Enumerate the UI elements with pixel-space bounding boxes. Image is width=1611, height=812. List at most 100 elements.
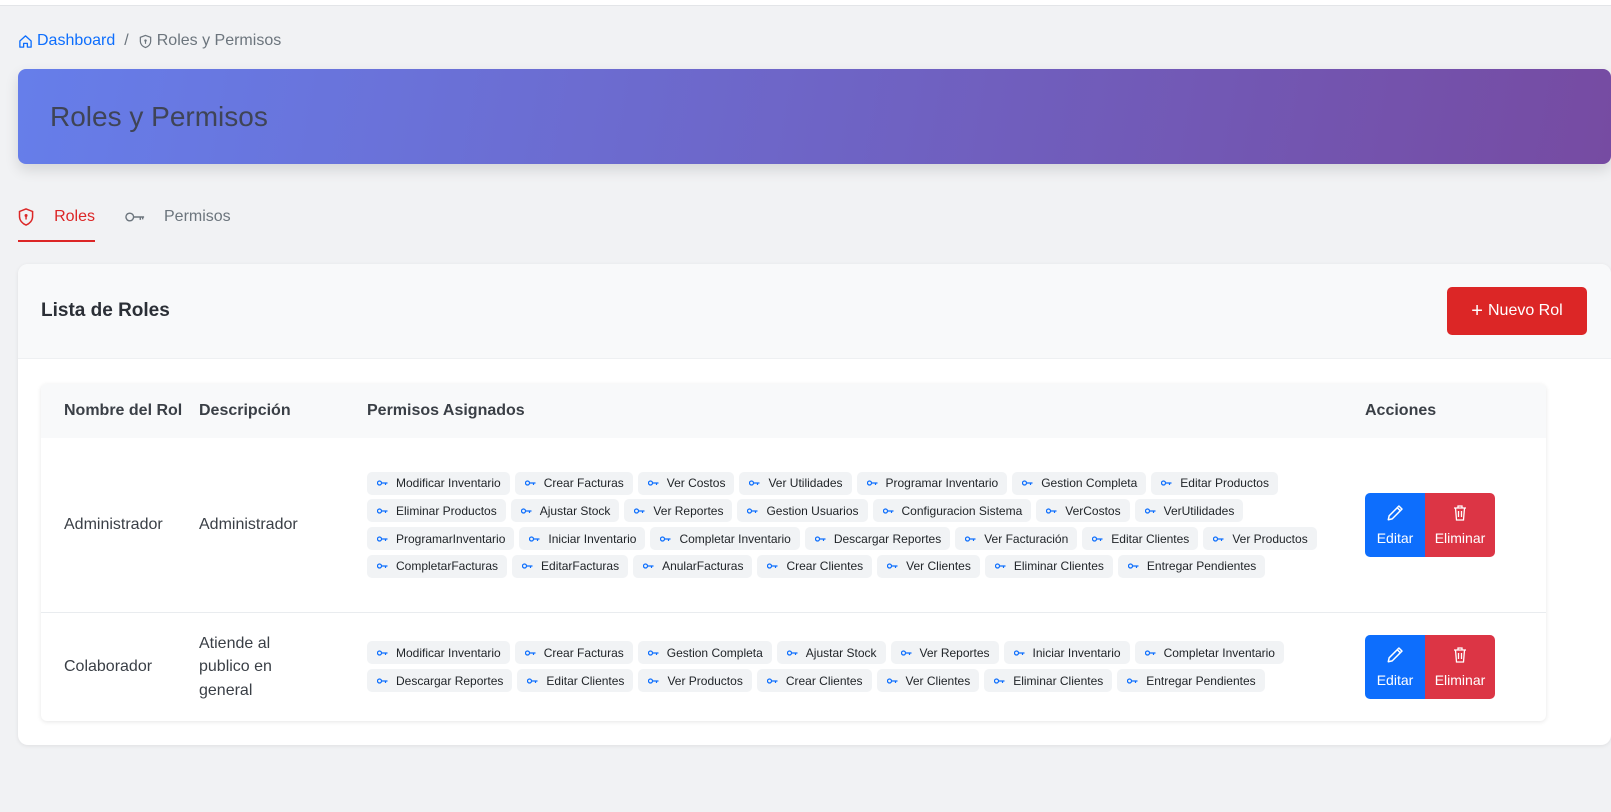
edit-button[interactable]: Editar [1365,634,1425,699]
trash-icon [1454,647,1466,663]
key-icon [1022,480,1033,486]
permission-label: Descargar Reportes [396,673,504,688]
key-icon [866,480,877,486]
key-icon [524,650,536,656]
key-icon [814,535,826,542]
permission-label: Ajustar Stock [805,645,877,660]
permission-badge: Descargar Reportes [804,527,951,551]
card-title: Lista de Roles [41,300,170,321]
pencil-icon [1387,505,1403,521]
key-icon [377,535,388,542]
permission-badge: Ver Clientes [876,669,980,693]
header-actions: Acciones [1365,402,1437,419]
permission-label: Ver Reportes [653,503,724,518]
key-icon [1144,508,1156,514]
key-icon [522,563,533,569]
permission-label: Ver Productos [1232,531,1308,546]
permission-label: CompletarFacturas [396,559,499,574]
permission-badge: AnularFacturas [633,554,753,578]
tab-bar: Roles Permisos [18,194,231,242]
key-icon [965,535,976,542]
tab-permisos-label: Permisos [164,208,231,225]
key-icon [377,480,388,486]
permission-label: Eliminar Productos [396,503,497,518]
permission-label: Eliminar Clientes [1013,673,1104,688]
key-icon [882,508,894,514]
key-icon [1213,535,1224,542]
permission-label: Crear Clientes [785,673,863,688]
permission-badge: Crear Facturas [514,471,633,495]
permission-badge: Ver Reportes [890,641,999,665]
key-icon [125,212,145,222]
key-icon [643,563,654,569]
key-icon [648,677,659,684]
trash-icon [1454,505,1466,521]
permission-label: Gestion Usuarios [766,503,859,518]
permission-label: Entregar Pendientes [1146,559,1257,574]
permission-label: ProgramarInventario [396,531,506,546]
permission-badge: Eliminar Clientes [984,669,1113,693]
home-icon [19,34,32,48]
permission-label: Completar Inventario [679,531,791,546]
new-role-button[interactable]: + Nuevo Rol [1447,287,1587,335]
tab-roles[interactable]: Roles [18,194,95,242]
permission-badge: Gestion Completa [637,641,772,665]
permission-label: Ver Facturación [984,531,1069,546]
key-icon [647,650,659,656]
permission-badge: Iniciar Inventario [519,527,646,551]
pencil-icon [1387,647,1403,663]
table-row: Colaborador Atiende al publico en genera… [41,612,1546,721]
roles-card: Lista de Roles + Nuevo Rol Nombre del Ro… [18,264,1611,745]
header-permissions: Permisos Asignados [367,402,525,419]
breadcrumb-separator: / [124,32,129,49]
permission-badge: Completar Inventario [650,527,800,551]
key-icon [747,508,758,514]
key-icon [1127,563,1139,569]
key-icon [660,535,671,542]
edit-label: Editar [1376,529,1414,546]
shield-icon [18,208,34,226]
table-row: Administrador Administrador Modificar In… [41,438,1546,612]
delete-button[interactable]: Eliminar [1425,634,1495,699]
key-icon [377,650,388,656]
shield-icon [139,34,151,48]
permission-badge: Ver Productos [1203,527,1317,551]
header-name: Nombre del Rol [64,402,183,419]
breadcrumb-home-link[interactable]: Dashboard [18,32,115,50]
edit-button[interactable]: Editar [1365,492,1425,557]
permission-label: Entregar Pendientes [1146,673,1256,688]
permission-badge: ProgramarInventario [367,527,515,551]
role-description: Administrador [199,515,298,533]
key-icon [647,480,659,486]
roles-table: Nombre del Rol Descripción Permisos Asig… [41,384,1546,721]
permission-badge: VerCostos [1036,499,1130,523]
permission-label: Ver Clientes [905,673,971,688]
permission-badge: Ver Costos [637,471,735,495]
permission-list: Modificar Inventario Crear Facturas Gestio… [367,639,1327,694]
permission-badge: Editar Productos [1151,471,1278,495]
permission-label: AnularFacturas [662,559,744,574]
row-actions: Editar Eliminar [1365,634,1546,699]
permission-badge: Crear Facturas [514,641,633,665]
permission-label: Editar Productos [1180,476,1269,491]
breadcrumb-home-label: Dashboard [37,32,116,49]
key-icon [634,508,645,514]
permission-badge: Completar Inventario [1134,641,1284,665]
delete-label: Eliminar [1434,671,1486,688]
permission-badge: VerUtilidades [1134,499,1244,523]
key-icon [994,677,1005,684]
key-icon [900,650,911,656]
delete-button[interactable]: Eliminar [1425,492,1495,557]
breadcrumb: Dashboard / Roles y Permisos [18,31,281,51]
permission-label: Completar Inventario [1163,645,1275,660]
permission-badge: Modificar Inventario [367,641,510,665]
permission-label: VerUtilidades [1163,503,1235,518]
permission-label: Ver Utilidades [768,476,843,491]
tab-permisos[interactable]: Permisos [125,194,231,240]
top-bar [0,0,1611,6]
breadcrumb-current: Roles y Permisos [138,32,281,50]
permission-label: Gestion Completa [666,645,763,660]
breadcrumb-current-label: Roles y Permisos [156,32,282,49]
key-icon [1144,650,1156,656]
permission-label: Iniciar Inventario [1032,645,1121,660]
